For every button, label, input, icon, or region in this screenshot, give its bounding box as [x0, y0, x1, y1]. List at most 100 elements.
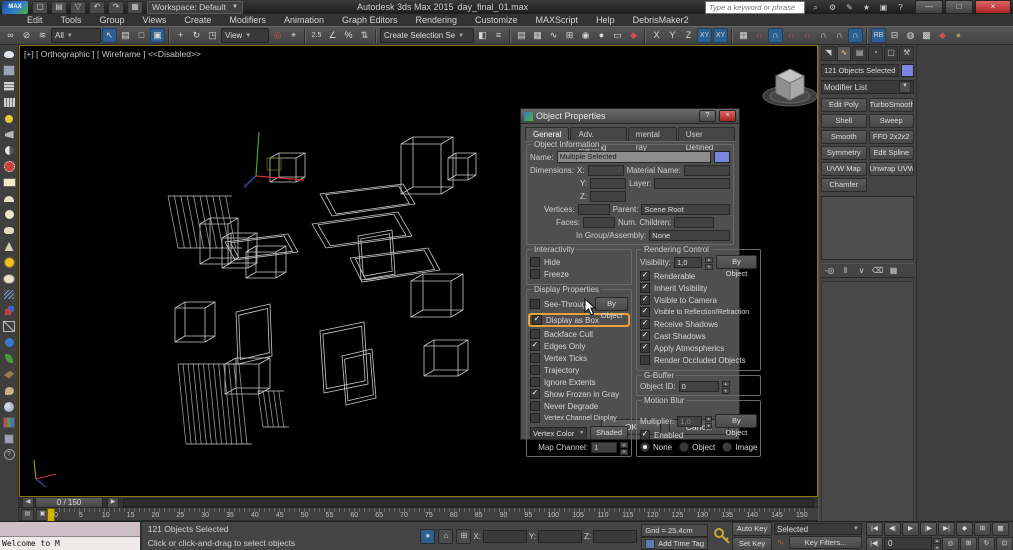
visible-to-camera-checkbox[interactable] [640, 295, 650, 305]
remove-modifier-icon[interactable]: ⌫ [871, 265, 884, 276]
axis-constraint-xy[interactable]: XY [697, 28, 712, 43]
render-production-icon[interactable]: ◆ [626, 28, 641, 43]
blur-enabled-checkbox[interactable] [640, 430, 650, 440]
snap-magnet-icon[interactable]: ∩ [800, 28, 815, 43]
ignore-extents-checkbox[interactable] [530, 377, 540, 387]
shaded-button[interactable]: Shaded [590, 426, 628, 440]
snap-magnet-active-icon[interactable]: ∩ [768, 28, 783, 43]
save-file-icon[interactable]: ▽ [70, 0, 86, 14]
macro-recorder-pane[interactable] [0, 522, 140, 537]
viewport-label[interactable]: [+] [ Orthographic ] [ Wireframe ] <<Dis… [24, 49, 201, 59]
tab-adv-lighting[interactable]: Adv. Lighting [570, 127, 627, 152]
tab-modify[interactable]: ∿ [836, 46, 852, 61]
blur-image-radio[interactable] [722, 442, 733, 452]
blur-by-object-button[interactable]: By Object [715, 414, 758, 437]
teapot2-script-icon[interactable] [2, 224, 17, 237]
key-mode-icon[interactable]: ◆ [956, 521, 973, 536]
track-bar[interactable]: ▤ ▣ 0 5 10 15 20 25 30 35 40 45 50 55 60 65 70 75 80 85 90… [19, 508, 818, 522]
zoom-all-icon[interactable]: ⊞ [960, 536, 977, 550]
dialog-close-icon[interactable]: × [719, 110, 736, 122]
modifier-button-uvw-map[interactable]: UVW Map [821, 162, 867, 176]
modifier-button-chamfer[interactable]: Chamfer [821, 178, 867, 192]
select-and-link-icon[interactable]: ∞ [3, 28, 18, 43]
cast-shadows-checkbox[interactable] [640, 331, 650, 341]
bind-to-space-warp-icon[interactable]: ≋ [35, 28, 50, 43]
orbit-icon[interactable]: ↻ [978, 536, 995, 550]
previous-frame-icon[interactable]: ◀| [884, 521, 901, 536]
snap-xy-icon[interactable]: ∩ [848, 28, 863, 43]
object-id-field[interactable]: 0 [678, 381, 719, 392]
settings-icon[interactable]: ⚙ [826, 2, 839, 13]
open-file-icon[interactable]: ▤ [51, 0, 67, 14]
go-to-start-icon[interactable]: |◀ [866, 521, 883, 536]
select-and-scale-icon[interactable]: ◳ [205, 28, 220, 43]
menu-item[interactable]: Modifiers [220, 14, 275, 26]
select-and-move-icon[interactable]: + [173, 28, 188, 43]
show-end-result-icon[interactable]: ‖ [839, 265, 852, 276]
menu-item[interactable]: MAXScript [527, 14, 588, 26]
blur-none-radio[interactable] [640, 442, 650, 452]
material-editor-icon[interactable]: ◉ [578, 28, 593, 43]
freeze-checkbox[interactable] [530, 269, 540, 279]
cage-script-icon[interactable] [2, 320, 17, 333]
menu-item[interactable]: Create [175, 14, 220, 26]
renderable-checkbox[interactable] [640, 271, 650, 281]
plane-script-icon[interactable] [2, 176, 17, 189]
communication-center-icon[interactable]: ▣ [877, 2, 890, 13]
menu-item[interactable]: Tools [52, 14, 91, 26]
pin-stack-icon[interactable]: -◎ [823, 265, 836, 276]
shell-script-icon[interactable] [2, 384, 17, 397]
angle-snap-icon[interactable]: ∠ [325, 28, 340, 43]
reference-coordinate-dropdown[interactable]: View ▼ [221, 28, 269, 43]
menu-item[interactable]: Help [587, 14, 624, 26]
select-and-manipulate-icon[interactable]: ⌖ [286, 28, 301, 43]
schematic-view-icon[interactable]: ⊞ [562, 28, 577, 43]
tab-mental-ray[interactable]: mental ray [627, 127, 677, 152]
cone-script-icon[interactable] [2, 240, 17, 253]
maximize-button[interactable]: □ [945, 0, 973, 14]
gears-script-icon[interactable] [2, 160, 17, 173]
search-input[interactable] [705, 0, 805, 14]
modifier-button-ffd[interactable]: FFD 2x2x2 [868, 130, 914, 144]
scene-explorer-icon[interactable]: ⊟ [887, 28, 902, 43]
curve-editor-icon[interactable]: ∿ [546, 28, 561, 43]
layer-manager-icon[interactable]: ▤ [514, 28, 529, 43]
track-ruler[interactable]: 0 5 10 15 20 25 30 35 40 45 50 55 60 65 70 75 80 85 90 95 10… [47, 508, 809, 522]
search-icon[interactable]: ⌕ [809, 2, 822, 13]
select-by-name-icon[interactable]: ▤ [118, 28, 133, 43]
tab-motion[interactable]: ◔ [868, 46, 883, 61]
window-crossing-icon[interactable]: ▣ [150, 28, 165, 43]
rendered-frame-window-icon[interactable]: ▭ [610, 28, 625, 43]
menu-item[interactable]: Animation [275, 14, 333, 26]
selection-set-dropdown[interactable]: Selected ▼ [774, 523, 862, 535]
never-degrade-checkbox[interactable] [530, 401, 540, 411]
see-through-checkbox[interactable] [530, 299, 540, 309]
bird-script-icon[interactable] [2, 368, 17, 381]
hide-checkbox[interactable] [530, 257, 540, 267]
maxscript-mini-listener[interactable]: Welcome to M [0, 522, 142, 550]
key-filters-button[interactable]: Key Filters... [789, 536, 862, 549]
sphere2-script-icon[interactable] [2, 400, 17, 413]
dialog-title-bar[interactable]: Object Properties ? × [521, 109, 739, 124]
listener-pane[interactable]: Welcome to M [0, 536, 140, 550]
select-and-rotate-icon[interactable]: ↻ [189, 28, 204, 43]
leaf-script-icon[interactable] [2, 352, 17, 365]
object-id-spinner[interactable]: ▲ ▼ [721, 381, 730, 394]
x-coord-field[interactable] [483, 529, 528, 543]
half-light-script-icon[interactable] [2, 144, 17, 157]
snap-magnet-icon[interactable]: ∩ [784, 28, 799, 43]
teapot-script-icon[interactable] [2, 48, 17, 61]
isolate-selection-toggle-icon[interactable]: ● [420, 528, 436, 544]
name-field[interactable]: Multiple Selected [556, 151, 711, 163]
visibility-field[interactable]: 1,0 [673, 256, 703, 268]
list-script-icon[interactable] [2, 80, 17, 93]
time-slider[interactable]: ◀ 0 / 150 ▶ [19, 496, 818, 508]
prev-frame-icon[interactable]: ◀ [22, 496, 34, 508]
isolate-icon[interactable]: ◍ [903, 28, 918, 43]
undo-icon[interactable]: ↶ [89, 0, 105, 14]
tab-create[interactable]: ◥ [821, 46, 836, 61]
axis-constraint-xy-lock[interactable]: XY [713, 28, 728, 43]
object-color-swatch[interactable] [714, 151, 730, 163]
spinner-snap-icon[interactable]: ⇅ [357, 28, 372, 43]
map-channel-field[interactable]: 1 [591, 442, 617, 453]
